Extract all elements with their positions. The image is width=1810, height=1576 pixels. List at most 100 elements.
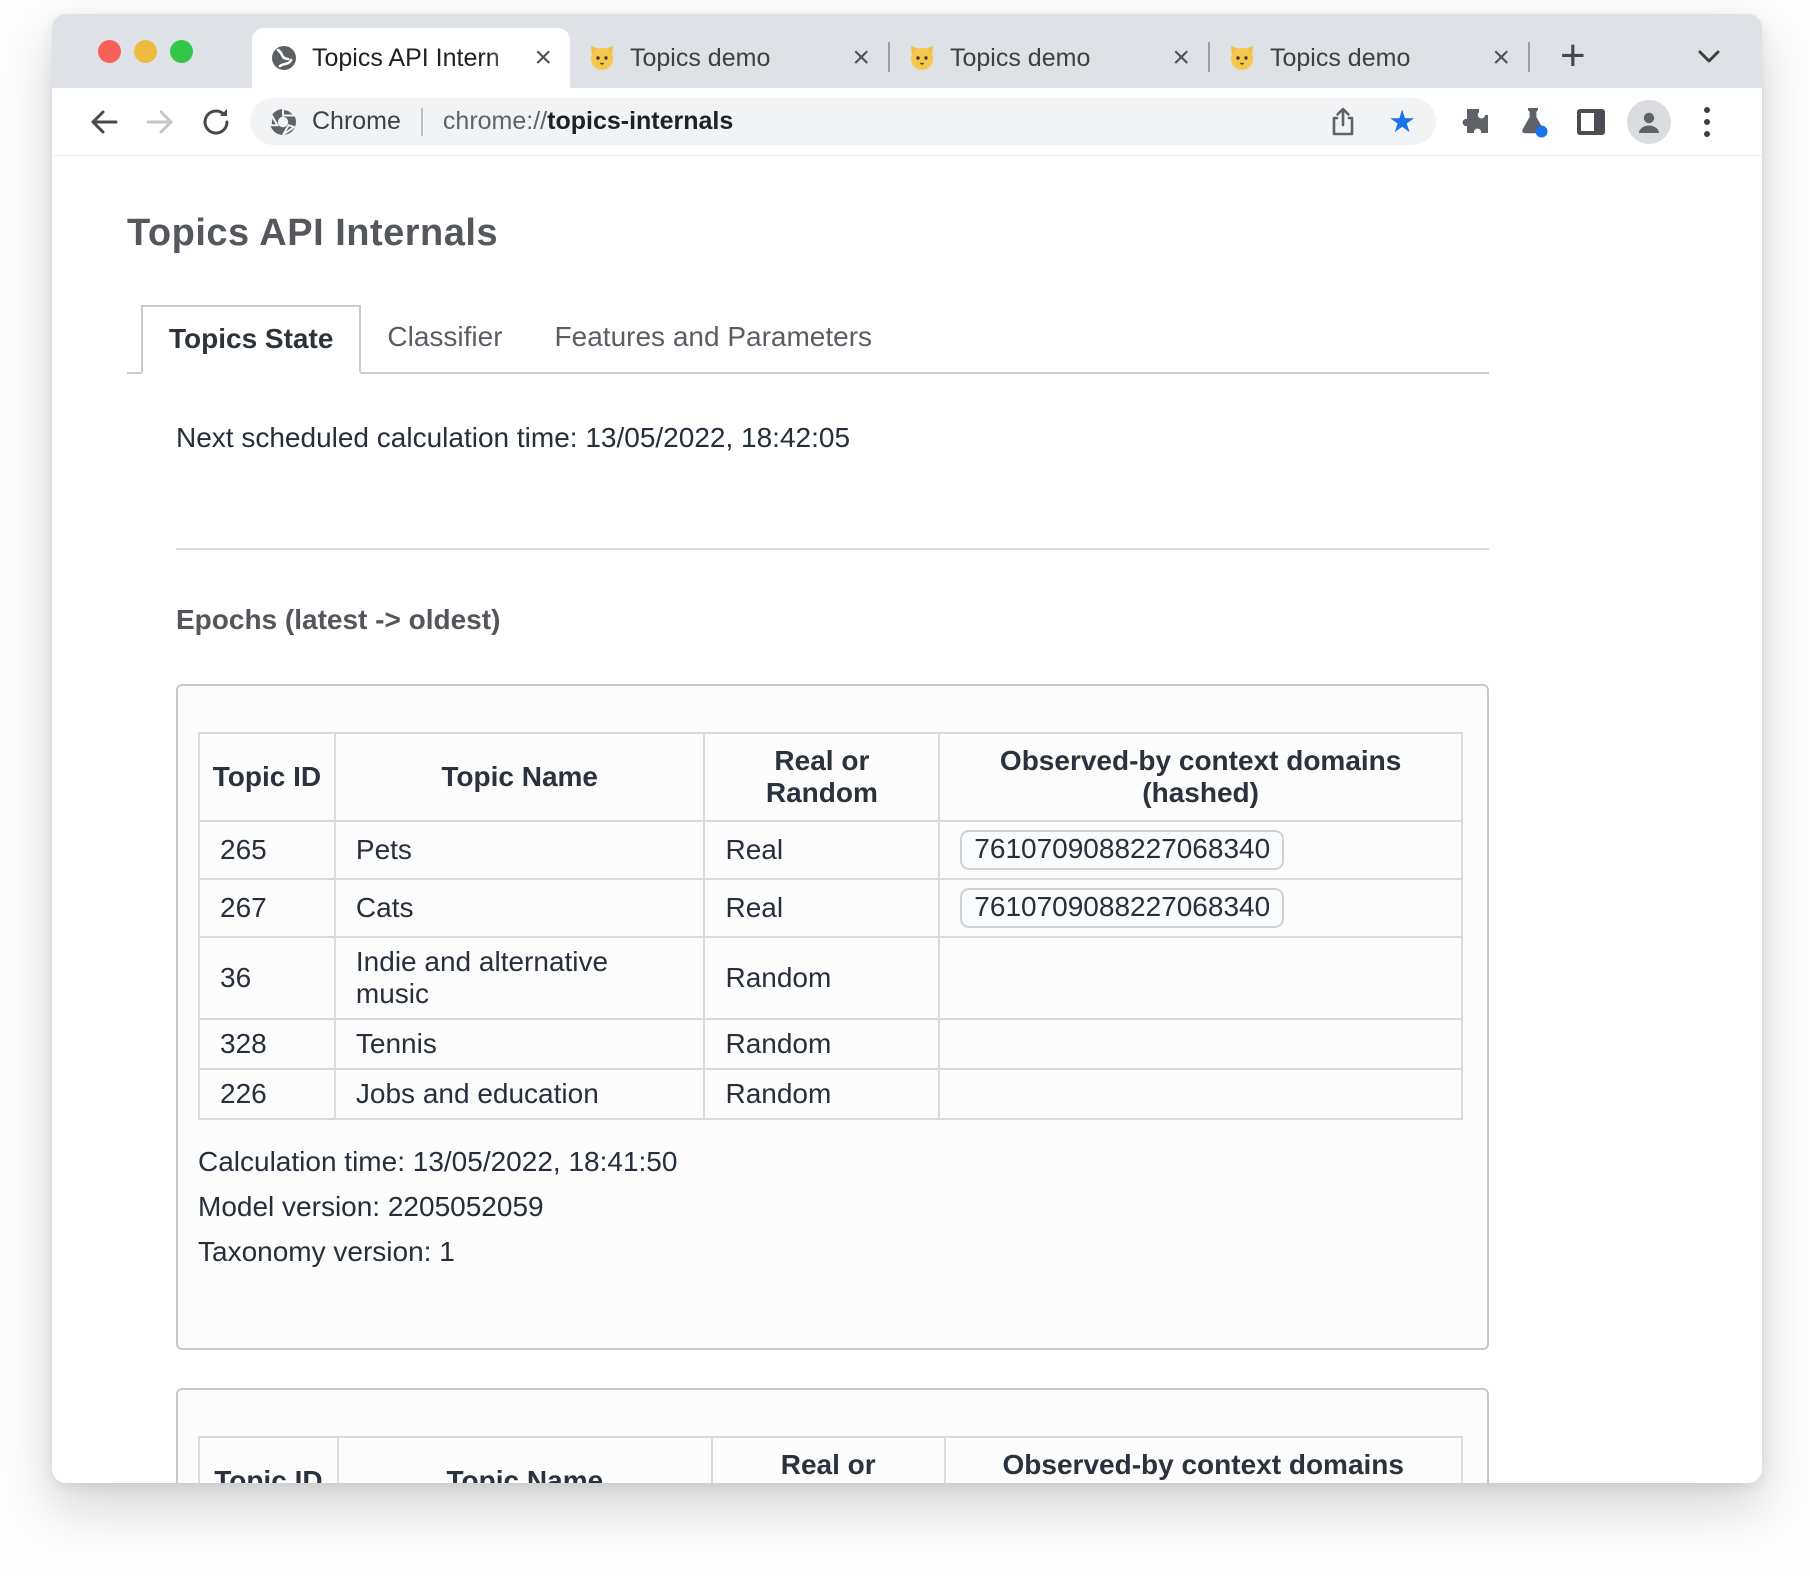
- page-tab-bar: Topics State Classifier Features and Par…: [127, 305, 1489, 374]
- column-header: Topic ID: [199, 733, 335, 821]
- topic-name-cell: Pets: [335, 821, 705, 879]
- extensions-puzzle-icon[interactable]: [1446, 98, 1504, 146]
- tab-topics-state[interactable]: Topics State: [141, 305, 361, 374]
- topic-id-cell: 226: [199, 1069, 335, 1119]
- real-or-random-cell: Real: [704, 821, 939, 879]
- minimize-window-button[interactable]: [134, 40, 157, 63]
- tab-classifier[interactable]: Classifier: [361, 305, 528, 372]
- topic-id-cell: 267: [199, 879, 335, 937]
- topic-name-cell: Indie and alternative music: [335, 937, 705, 1019]
- browser-tab-topics-demo-2[interactable]: Topics demo ×: [890, 28, 1208, 88]
- observed-domains-cell: 7610709088227068340: [939, 821, 1462, 879]
- column-header: Topic ID: [199, 1437, 338, 1483]
- column-header: Real or Random: [712, 1437, 945, 1483]
- topic-row: 265PetsReal 7610709088227068340: [199, 821, 1462, 879]
- browser-tabs: Topics API Intern × Topics demo ×: [252, 14, 1762, 88]
- observed-domain-chip[interactable]: 7610709088227068340: [960, 830, 1284, 870]
- epoch-topics-table: Topic IDTopic NameReal or RandomObserved…: [198, 1436, 1463, 1483]
- epoch-card: Topic IDTopic NameReal or RandomObserved…: [176, 1388, 1489, 1483]
- taxonomy-version: Taxonomy version: 1: [198, 1236, 1463, 1268]
- table-header-row: Topic IDTopic NameReal or RandomObserved…: [199, 1437, 1462, 1483]
- side-panel-icon[interactable]: [1562, 98, 1620, 146]
- globe-icon: [270, 44, 298, 72]
- column-header: Topic Name: [335, 733, 705, 821]
- tab-close-icon[interactable]: ×: [1166, 43, 1196, 73]
- observed-domains-cell: [939, 937, 1462, 1019]
- bookmark-star-icon[interactable]: ★: [1388, 106, 1416, 137]
- url-host: topics-internals: [547, 107, 733, 135]
- browser-window: Topics API Intern × Topics demo ×: [52, 14, 1762, 1483]
- tab-close-icon[interactable]: ×: [1486, 43, 1516, 73]
- forward-button[interactable]: [132, 106, 188, 138]
- real-or-random-cell: Random: [704, 1019, 939, 1069]
- column-header: Observed-by context domains (hashed): [939, 733, 1462, 821]
- tab-close-icon[interactable]: ×: [846, 43, 876, 73]
- close-window-button[interactable]: [98, 40, 121, 63]
- browser-tab-topics-demo-3[interactable]: Topics demo ×: [1210, 28, 1528, 88]
- topic-name-cell: Tennis: [335, 1019, 705, 1069]
- topic-row: 36Indie and alternative musicRandom: [199, 937, 1462, 1019]
- column-header: Real or Random: [704, 733, 939, 821]
- topic-row: 267CatsReal 7610709088227068340: [199, 879, 1462, 937]
- maximize-window-button[interactable]: [170, 40, 193, 63]
- model-version: Model version: 2205052059: [198, 1191, 1463, 1223]
- browser-toolbar: Chrome chrome://topics-internals ★: [52, 88, 1762, 156]
- tab-close-icon[interactable]: ×: [528, 43, 558, 73]
- column-header: Topic Name: [338, 1437, 712, 1483]
- epoch-topics-table: Topic IDTopic NameReal or RandomObserved…: [198, 732, 1463, 1120]
- topic-name-cell: Jobs and education: [335, 1069, 705, 1119]
- cat-icon: [1228, 44, 1256, 72]
- tab-title: Topics API Intern: [312, 44, 528, 73]
- url-separator: [421, 108, 423, 136]
- tab-title: Topics demo: [630, 44, 846, 73]
- menu-kebab-icon[interactable]: [1678, 98, 1736, 146]
- column-header: Observed-by context domains (hashed): [945, 1437, 1462, 1483]
- cat-icon: [908, 44, 936, 72]
- flask-experiment-icon[interactable]: [1504, 98, 1562, 146]
- window-controls: [98, 40, 193, 63]
- topic-name-cell: Cats: [335, 879, 705, 937]
- table-header-row: Topic IDTopic NameReal or RandomObserved…: [199, 733, 1462, 821]
- observed-domains-cell: [939, 1069, 1462, 1119]
- page-tabbox: Topics State Classifier Features and Par…: [127, 305, 1489, 1483]
- topic-row: 328TennisRandom: [199, 1019, 1462, 1069]
- url-text[interactable]: chrome://topics-internals: [443, 107, 733, 136]
- next-calculation-time: Next scheduled calculation time: 13/05/2…: [176, 422, 1489, 454]
- back-button[interactable]: [76, 106, 132, 138]
- tab-title: Topics demo: [1270, 44, 1486, 73]
- observed-domain-chip[interactable]: 7610709088227068340: [960, 888, 1284, 928]
- topic-row: 226Jobs and educationRandom: [199, 1069, 1462, 1119]
- divider: [176, 548, 1489, 550]
- tab-features-and-parameters[interactable]: Features and Parameters: [529, 305, 899, 372]
- browser-tab-topics-demo-1[interactable]: Topics demo ×: [570, 28, 888, 88]
- epoch-meta: Calculation time: 13/05/2022, 18:41:50 M…: [198, 1146, 1463, 1269]
- topics-state-panel: Next scheduled calculation time: 13/05/2…: [127, 422, 1489, 1483]
- chevron-down-icon[interactable]: [1694, 48, 1724, 66]
- chrome-logo-icon: [268, 107, 298, 137]
- observed-domains-cell: [939, 1019, 1462, 1069]
- topic-id-cell: 265: [199, 821, 335, 879]
- search-engine-label: Chrome: [312, 107, 401, 136]
- tab-separator: [1528, 42, 1530, 72]
- page-title: Topics API Internals: [127, 212, 1762, 255]
- epoch-card: Topic IDTopic NameReal or RandomObserved…: [176, 684, 1489, 1350]
- page-content: Topics API Internals Topics State Classi…: [52, 156, 1762, 1483]
- real-or-random-cell: Real: [704, 879, 939, 937]
- cat-icon: [588, 44, 616, 72]
- profile-avatar[interactable]: [1620, 98, 1678, 146]
- browser-tab-topics-internals[interactable]: Topics API Intern ×: [252, 28, 570, 88]
- epochs-heading: Epochs (latest -> oldest): [176, 604, 1489, 636]
- new-tab-button[interactable]: +: [1560, 38, 1586, 74]
- real-or-random-cell: Random: [704, 1069, 939, 1119]
- topic-id-cell: 36: [199, 937, 335, 1019]
- calculation-time: Calculation time: 13/05/2022, 18:41:50: [198, 1146, 1463, 1178]
- url-scheme: chrome://: [443, 107, 547, 135]
- reload-button[interactable]: [188, 105, 244, 139]
- tab-strip: Topics API Intern × Topics demo ×: [52, 14, 1762, 88]
- address-bar[interactable]: Chrome chrome://topics-internals ★: [250, 98, 1436, 145]
- share-icon[interactable]: [1328, 106, 1358, 138]
- observed-domains-cell: 7610709088227068340: [939, 879, 1462, 937]
- real-or-random-cell: Random: [704, 937, 939, 1019]
- tab-title: Topics demo: [950, 44, 1166, 73]
- topic-id-cell: 328: [199, 1019, 335, 1069]
